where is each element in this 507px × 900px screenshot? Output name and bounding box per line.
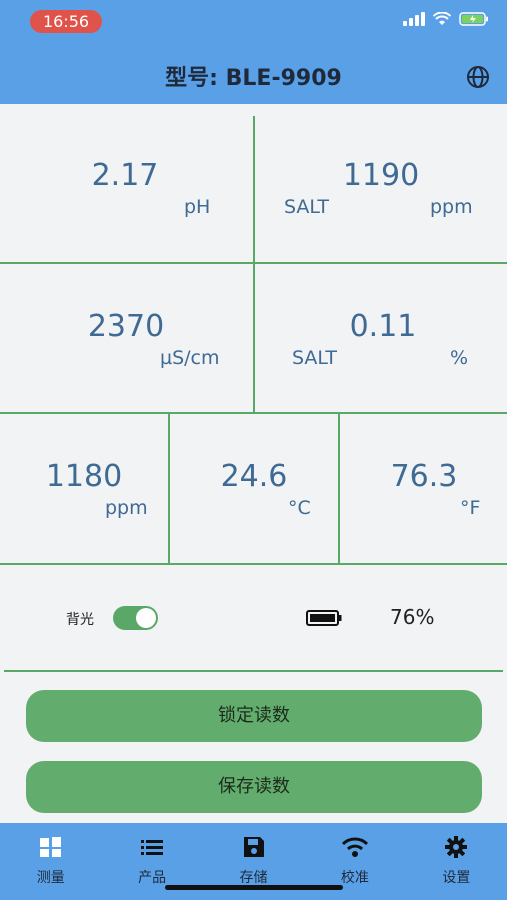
salt-pct-value: 0.11 <box>349 309 417 344</box>
list-icon <box>141 840 164 855</box>
measure-icon <box>39 837 61 857</box>
nav-label: 校准 <box>340 870 369 886</box>
readings-grid: 2.17 pH 1190 SALT ppm 2370 µS/cm 0.11 SA… <box>0 104 507 565</box>
salt-pct-label: SALT <box>292 347 337 369</box>
ec-value: 2370 <box>87 309 165 344</box>
controls-divider <box>4 670 503 672</box>
wifi-icon <box>433 12 451 26</box>
temp-c-value: 24.6 <box>220 459 288 494</box>
gear-icon <box>445 836 468 858</box>
ec-unit: µS/cm <box>160 347 220 369</box>
salt-ppm-value: 1190 <box>342 158 420 193</box>
page-title: 型号: BLE-9909 <box>165 66 342 91</box>
salt-pct-unit: % <box>450 347 469 369</box>
nav-label: 产品 <box>138 870 167 886</box>
signal-icon <box>403 12 425 26</box>
backlight-toggle[interactable] <box>113 606 158 630</box>
save-reading-button[interactable]: 保存读数 <box>26 761 482 813</box>
grid-divider <box>168 412 170 564</box>
nav-item-measure[interactable]: 测量 <box>0 823 101 900</box>
ph-unit: pH <box>184 196 211 218</box>
status-time: 16:56 <box>30 10 102 33</box>
backlight-label: 背光 <box>66 612 94 628</box>
calibrate-icon <box>341 837 368 857</box>
salt-ppm-unit: ppm <box>430 196 473 218</box>
tds-unit: ppm <box>105 497 148 519</box>
grid-divider <box>0 563 507 565</box>
nav-label: 存储 <box>239 870 268 886</box>
battery-icon <box>306 609 342 631</box>
nav-item-settings[interactable]: 设置 <box>406 823 507 900</box>
tds-value: 1180 <box>45 459 123 494</box>
home-indicator[interactable] <box>165 885 343 890</box>
temp-c-unit: °C <box>288 497 311 519</box>
status-icons <box>403 12 489 26</box>
grid-divider <box>0 412 507 414</box>
lock-reading-button[interactable]: 锁定读数 <box>26 690 482 742</box>
globe-icon[interactable] <box>465 64 491 90</box>
grid-divider <box>0 262 507 264</box>
nav-label: 测量 <box>36 870 65 886</box>
status-battery-icon <box>459 12 489 26</box>
grid-divider <box>338 412 340 564</box>
grid-divider <box>253 116 255 412</box>
temp-f-value: 76.3 <box>390 459 458 494</box>
save-icon <box>243 837 264 857</box>
temp-f-unit: °F <box>460 497 481 519</box>
ph-value: 2.17 <box>91 158 159 193</box>
nav-label: 设置 <box>442 870 471 886</box>
salt-ppm-label: SALT <box>284 196 329 218</box>
header-bar: 16:56 型号: BLE-9909 <box>0 0 507 104</box>
battery-percent: 76% <box>390 605 435 629</box>
toggle-knob <box>136 608 156 628</box>
